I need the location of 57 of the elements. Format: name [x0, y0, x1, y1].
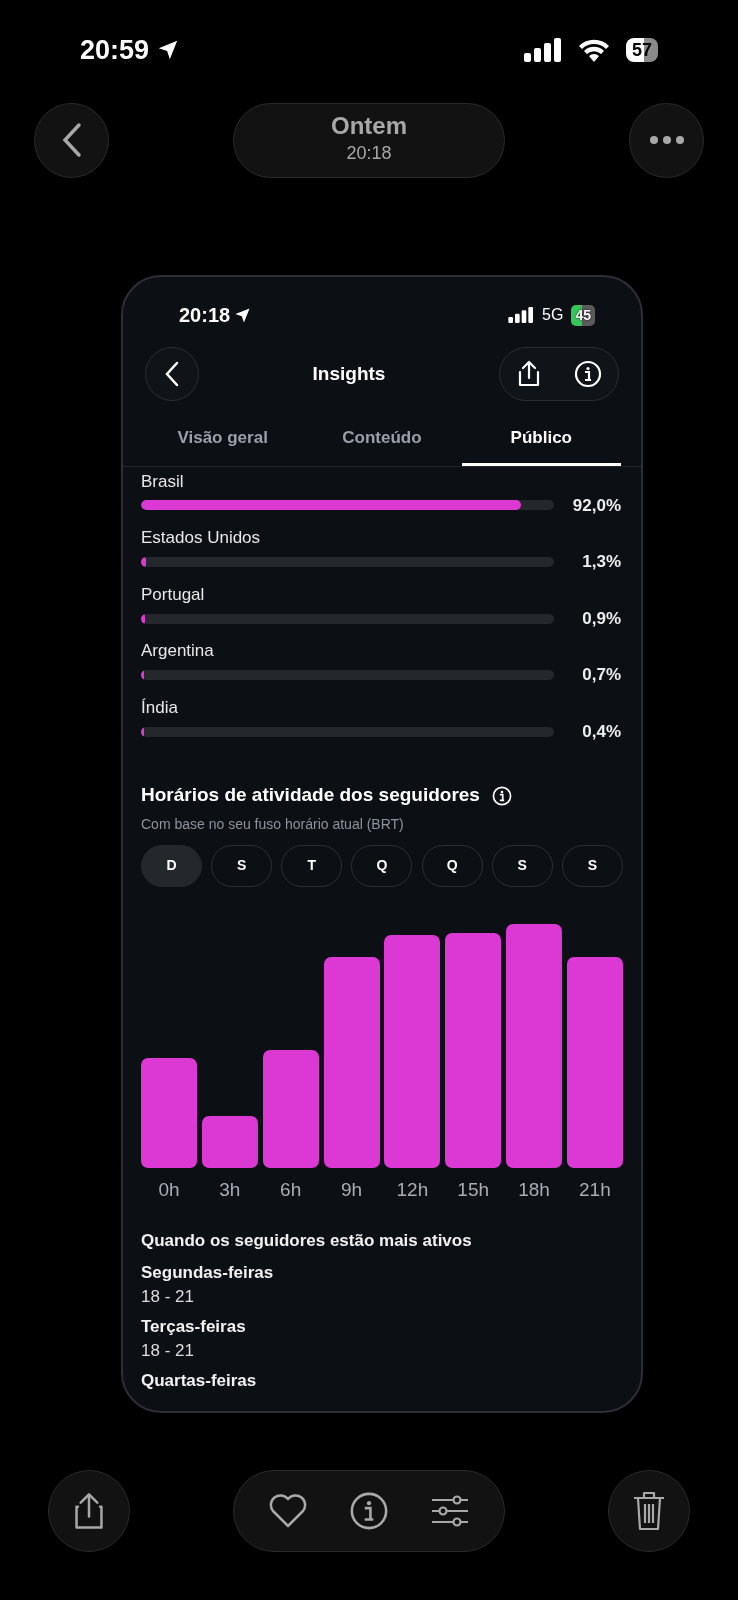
- info-icon: [349, 1491, 389, 1531]
- clock: 20:18: [179, 303, 231, 328]
- percentage: 0,7%: [581, 664, 621, 687]
- back-icon: [60, 122, 83, 158]
- info-icon[interactable]: [491, 785, 512, 806]
- back-icon: [164, 361, 180, 387]
- hour-label: 15h: [456, 1177, 491, 1202]
- time-range: 18 - 21: [141, 1341, 195, 1362]
- trash-icon: [631, 1490, 667, 1532]
- adjust-button[interactable]: [429, 1493, 470, 1529]
- favorite-button[interactable]: [268, 1493, 309, 1529]
- weekday-label: Terças-feiras: [141, 1316, 247, 1338]
- signal-icon: [523, 38, 562, 62]
- heart-icon: [268, 1493, 309, 1529]
- day-tab[interactable]: D: [141, 844, 202, 887]
- percentage: 0,9%: [581, 607, 621, 630]
- location-arrow-icon: [234, 306, 252, 324]
- tab[interactable]: Conteúdo: [302, 411, 462, 466]
- percentage: 1,3%: [581, 551, 621, 574]
- country-name: Índia: [141, 696, 179, 719]
- hour-label: 6h: [279, 1177, 303, 1202]
- hour-label: 0h: [157, 1177, 181, 1202]
- tab[interactable]: Visão geral: [143, 411, 303, 466]
- info-icon: [574, 360, 602, 388]
- network-label: 5G: [542, 305, 564, 325]
- hour-label: 9h: [339, 1177, 364, 1202]
- section-subtitle: Com base no seu fuso horário atual (BRT): [141, 814, 405, 834]
- wifi-icon: [577, 38, 610, 62]
- info-button[interactable]: [349, 1491, 389, 1531]
- back-button[interactable]: [145, 347, 199, 401]
- country-name: Portugal: [141, 583, 206, 606]
- battery-indicator: 57: [625, 38, 658, 62]
- weekday-label: Segundas-feiras: [141, 1262, 275, 1284]
- percentage: 92,0%: [571, 494, 621, 517]
- location-arrow-icon: [157, 39, 180, 61]
- hour-label: 21h: [578, 1177, 612, 1202]
- page-title: Insights: [312, 361, 386, 386]
- tab[interactable]: Público: [461, 411, 621, 466]
- hour-label: 18h: [517, 1177, 551, 1202]
- hour-label: 3h: [218, 1177, 242, 1202]
- date-title: Ontem: [331, 113, 407, 140]
- share-icon: [516, 360, 542, 388]
- weekday-label: Quartas-feiras: [141, 1370, 258, 1391]
- time-subtitle: 20:18: [346, 141, 392, 165]
- more-icon: [648, 135, 685, 145]
- country-name: Brasil: [141, 470, 185, 493]
- hour-label: 12h: [395, 1177, 430, 1202]
- signal-icon: [508, 307, 535, 323]
- sliders-icon: [429, 1493, 470, 1529]
- country-name: Argentina: [141, 640, 215, 663]
- section-title: Quando os seguidores estão mais ativos: [141, 1230, 473, 1253]
- time-range: 18 - 21: [141, 1287, 195, 1308]
- share-button[interactable]: [516, 360, 542, 388]
- country-name: Estados Unidos: [141, 527, 262, 550]
- clock: 20:59: [80, 33, 150, 67]
- section-title: Horários de atividade dos seguidores: [141, 783, 480, 808]
- percentage: 0,4%: [581, 720, 621, 743]
